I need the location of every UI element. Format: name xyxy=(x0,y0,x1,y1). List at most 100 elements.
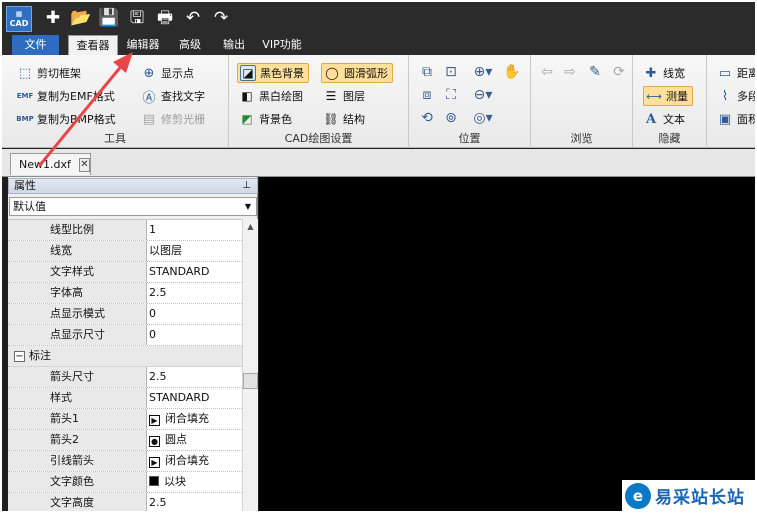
property-value[interactable]: ▶ 闭合填充 xyxy=(149,451,209,471)
zoom-in-dropdown-icon[interactable]: ⊕▾ xyxy=(470,63,496,81)
rotate-view-icon[interactable]: ⟲ xyxy=(418,109,436,127)
measure-button[interactable]: ⟷ 测量 xyxy=(643,86,693,106)
print-icon[interactable]: 🖶 xyxy=(154,7,176,29)
property-name: 文字颜色 xyxy=(50,475,94,488)
zoom-realtime-dropdown-icon[interactable]: ◎▾ xyxy=(470,109,496,127)
properties-panel: 属性 ⊥ 默认值 ▼ 线型比例 1 线宽 以图层 文字样式 STANDARD 字体高 2.5 点… xyxy=(8,177,258,511)
property-value-text: 2.5 xyxy=(149,286,167,299)
section-row-dimension[interactable]: − 标注 xyxy=(8,346,242,367)
property-value-text: 2.5 xyxy=(149,370,167,383)
property-row[interactable]: 箭头1 ▶ 闭合填充 xyxy=(8,409,242,430)
property-value[interactable]: STANDARD xyxy=(149,388,210,408)
edit-page-icon[interactable]: ✎ xyxy=(586,63,604,81)
menu-file[interactable]: 文件 xyxy=(12,35,59,55)
property-row[interactable]: 文字样式 STANDARD xyxy=(8,262,242,283)
property-value[interactable]: 以图层 xyxy=(149,241,182,261)
polyline-button[interactable]: ⌇ 多段 xyxy=(717,86,755,106)
property-row[interactable]: 样式 STANDARD xyxy=(8,388,242,409)
property-grid-scrollbar[interactable]: ▲ xyxy=(242,219,258,511)
save-pdf-icon[interactable]: 🖫 xyxy=(126,7,148,29)
back-arrow-icon[interactable]: ⇦ xyxy=(538,63,556,81)
property-value[interactable]: ● 圆点 xyxy=(149,430,187,450)
document-tab[interactable]: New1.dxf ✕ xyxy=(10,153,91,175)
property-row[interactable]: 点显示模式 0 xyxy=(8,304,242,325)
copy-bmp-button[interactable]: BMP 复制为BMP格式 xyxy=(16,109,115,129)
show-points-button[interactable]: ⊕ 显示点 xyxy=(141,63,194,83)
undo-icon[interactable]: ↶ xyxy=(182,7,204,29)
close-icon[interactable]: ✕ xyxy=(78,157,90,172)
property-value[interactable]: 2.5 xyxy=(149,493,167,511)
copy-emf-button[interactable]: EMF 复制为EMF格式 xyxy=(17,86,115,106)
property-value-text: 闭合填充 xyxy=(165,412,209,425)
property-value[interactable]: 2.5 xyxy=(149,283,167,303)
black-white-drawing-button[interactable]: ◧ 黑白绘图 xyxy=(239,86,303,106)
smooth-arc-button[interactable]: ◯ 圆滑弧形 xyxy=(321,63,393,83)
distance-icon: ▭ xyxy=(718,65,732,81)
hand-pan-icon[interactable]: ✋ xyxy=(503,63,521,81)
property-row[interactable]: 点显示尺寸 0 xyxy=(8,325,242,346)
property-value[interactable]: ▶ 闭合填充 xyxy=(149,409,209,429)
property-row[interactable]: 线宽 以图层 xyxy=(8,241,242,262)
line-width-button[interactable]: ✚ 线宽 xyxy=(643,63,685,83)
pan-view-icon[interactable]: ⧉ xyxy=(418,63,436,81)
property-value-text: 2.5 xyxy=(149,496,167,509)
property-value[interactable]: 0 xyxy=(149,325,156,345)
property-name-cell: 箭头2 xyxy=(8,430,147,450)
pin-icon[interactable]: ⊥ xyxy=(242,179,251,193)
tab-vip[interactable]: VIP功能 xyxy=(260,35,304,55)
new-icon[interactable]: ✚ xyxy=(42,7,64,29)
property-row[interactable]: 文字颜色 以块 xyxy=(8,472,242,493)
filled-arrowhead-icon: ▶ xyxy=(149,415,160,426)
forward-arrow-icon[interactable]: ⇨ xyxy=(561,63,579,81)
property-value[interactable]: 2.5 xyxy=(149,367,167,387)
drawing-canvas[interactable] xyxy=(259,177,755,511)
open-folder-icon[interactable]: 📂 xyxy=(70,7,92,29)
scrollbar-thumb[interactable] xyxy=(243,373,258,389)
default-value-select[interactable]: 默认值 ▼ xyxy=(9,197,257,216)
tab-advanced[interactable]: 高级 xyxy=(176,35,204,55)
tab-viewer[interactable]: 查看器 xyxy=(68,35,118,55)
black-background-button[interactable]: ◪ 黑色背景 xyxy=(237,63,309,83)
distance-button[interactable]: ▭ 距离 xyxy=(717,63,755,83)
clip-frame-button[interactable]: ⬚ 剪切框架 xyxy=(17,63,81,83)
tab-editor[interactable]: 编辑器 xyxy=(124,35,162,55)
property-row[interactable]: 引线箭头 ▶ 闭合填充 xyxy=(8,451,242,472)
zoom-window-icon[interactable]: ⊡ xyxy=(442,63,460,81)
trim-raster-button[interactable]: ▤ 修剪光栅 xyxy=(141,109,205,129)
property-row[interactable]: 箭头2 ● 圆点 xyxy=(8,430,242,451)
property-value[interactable]: STANDARD xyxy=(149,262,210,282)
property-value-text: 闭合填充 xyxy=(165,454,209,467)
background-color-button[interactable]: ◩ 背景色 xyxy=(239,109,292,129)
property-name-cell: 线型比例 xyxy=(8,220,147,240)
property-name-cell: 线宽 xyxy=(8,241,147,261)
scroll-up-icon[interactable]: ▲ xyxy=(243,219,258,235)
fit-view-icon[interactable]: ⧈ xyxy=(418,86,436,104)
property-row[interactable]: 线型比例 1 xyxy=(8,220,242,241)
collapse-toggle-icon[interactable]: − xyxy=(14,351,25,362)
find-text-button[interactable]: Ⓐ 查找文字 xyxy=(141,86,205,106)
property-row[interactable]: 箭头尺寸 2.5 xyxy=(8,367,242,388)
property-name: 文字高度 xyxy=(50,496,94,509)
redo-icon[interactable]: ↷ xyxy=(210,7,232,29)
group-title-browse: 浏览 xyxy=(570,132,593,145)
refresh-page-icon[interactable]: ⟳ xyxy=(610,63,628,81)
property-value[interactable]: 以块 xyxy=(149,472,186,492)
property-row[interactable]: 文字高度 2.5 xyxy=(8,493,242,511)
property-grid: 线型比例 1 线宽 以图层 文字样式 STANDARD 字体高 2.5 点显示模式 0 点显示尺寸 0… xyxy=(8,219,242,511)
zoom-previous-icon[interactable]: ⊚ xyxy=(442,109,460,127)
property-row[interactable]: 字体高 2.5 xyxy=(8,283,242,304)
property-value[interactable]: 0 xyxy=(149,304,156,324)
property-value-text: 以图层 xyxy=(149,244,182,257)
tab-output[interactable]: 输出 xyxy=(220,35,248,55)
property-value[interactable]: 1 xyxy=(149,220,156,240)
text-button[interactable]: A 文本 xyxy=(643,109,685,129)
layers-button[interactable]: ☰ 图层 xyxy=(323,86,365,106)
zoom-extents-icon[interactable]: ⛶ xyxy=(442,86,460,104)
app-logo[interactable]: ▦ CAD xyxy=(6,6,32,32)
area-button[interactable]: ▣ 面积 xyxy=(717,109,755,129)
structure-button[interactable]: ⛓ 结构 xyxy=(323,109,365,129)
filled-arrowhead-icon: ▶ xyxy=(149,457,160,468)
zoom-out-dropdown-icon[interactable]: ⊖▾ xyxy=(470,86,496,104)
save-icon[interactable]: 💾 xyxy=(98,7,120,29)
group-title-tools: 工具 xyxy=(104,132,126,145)
